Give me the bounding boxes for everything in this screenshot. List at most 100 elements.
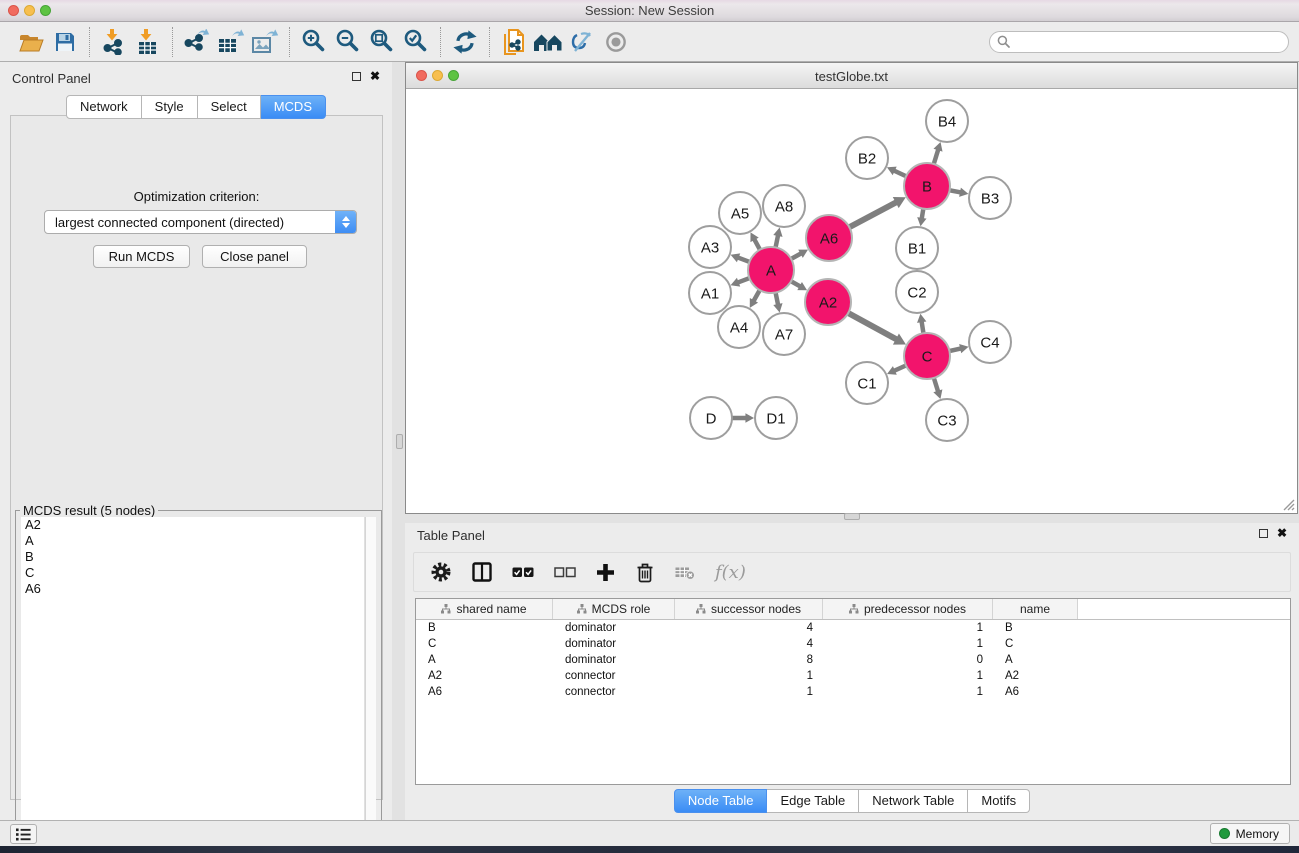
settings-gear-icon[interactable] <box>430 559 452 585</box>
add-icon[interactable] <box>596 559 615 585</box>
control-panel-tabs: NetworkStyleSelectMCDS <box>0 95 392 119</box>
table-panel-window-buttons: ✖ <box>1259 529 1287 538</box>
column-header-mcds-role[interactable]: MCDS role <box>553 599 675 619</box>
table-cell[interactable]: 1 <box>823 620 993 636</box>
table-cell[interactable]: B <box>416 620 553 636</box>
close-panel-icon[interactable]: ✖ <box>1277 529 1287 538</box>
table-cell[interactable]: 4 <box>675 636 823 652</box>
table-cell[interactable]: A6 <box>993 684 1078 700</box>
tab-node-table[interactable]: Node Table <box>674 789 768 813</box>
tab-select[interactable]: Select <box>198 95 261 119</box>
mcds-result-scrollbar[interactable] <box>365 517 376 847</box>
graph-node-label: B2 <box>858 150 876 167</box>
list-item[interactable]: A6 <box>21 581 364 597</box>
network-canvas[interactable]: B4B2BB3A8A5A6A3B1AA1C2A2A4A7C4CC1C3DD1 <box>406 89 1297 513</box>
close-panel-button[interactable]: Close panel <box>202 245 307 268</box>
run-mcds-button[interactable]: Run MCDS <box>93 245 190 268</box>
table-cell[interactable]: A2 <box>993 668 1078 684</box>
table-cell[interactable]: 8 <box>675 652 823 668</box>
table-cell[interactable]: C <box>416 636 553 652</box>
table-cell[interactable]: 1 <box>823 684 993 700</box>
graph-node-label: A5 <box>731 205 749 222</box>
table-cell[interactable]: dominator <box>553 652 675 668</box>
export-table-icon[interactable] <box>214 26 248 58</box>
column-header-successor-nodes[interactable]: successor nodes <box>675 599 823 619</box>
tab-network[interactable]: Network <box>66 95 142 119</box>
columns-icon[interactable] <box>472 559 492 585</box>
table-cell[interactable]: connector <box>553 684 675 700</box>
resize-grip-icon[interactable] <box>1281 497 1295 511</box>
table-cell[interactable]: B <box>993 620 1078 636</box>
table-cell[interactable]: A2 <box>416 668 553 684</box>
hide-labels-icon[interactable] <box>565 26 599 58</box>
tab-network-table[interactable]: Network Table <box>859 789 968 813</box>
tab-mcds[interactable]: MCDS <box>261 95 326 119</box>
table-cell[interactable]: A6 <box>416 684 553 700</box>
graph-edge-arrow-icon <box>773 228 782 237</box>
deselect-all-icon[interactable] <box>554 559 576 585</box>
table-cell[interactable]: 1 <box>823 668 993 684</box>
refresh-icon[interactable] <box>448 26 482 58</box>
table-row[interactable]: Bdominator41B <box>416 620 1290 636</box>
import-table-icon[interactable] <box>131 26 165 58</box>
zoom-out-icon[interactable] <box>331 26 365 58</box>
float-panel-icon[interactable] <box>1259 529 1268 538</box>
table-cell[interactable]: dominator <box>553 636 675 652</box>
open-folder-icon[interactable] <box>14 26 48 58</box>
column-header-shared-name[interactable]: shared name <box>416 599 553 619</box>
task-history-button[interactable] <box>10 824 37 844</box>
network-file-icon[interactable] <box>497 26 531 58</box>
table-row[interactable]: Cdominator41C <box>416 636 1290 652</box>
table-cell[interactable]: dominator <box>553 620 675 636</box>
table-cell[interactable]: 0 <box>823 652 993 668</box>
graph-node-label: C2 <box>907 284 926 301</box>
float-panel-icon[interactable] <box>352 72 361 81</box>
export-network-icon[interactable] <box>180 26 214 58</box>
criterion-dropdown[interactable]: largest connected component (directed) <box>44 210 357 234</box>
zoom-fit-icon[interactable] <box>365 26 399 58</box>
list-item[interactable]: A2 <box>21 517 364 533</box>
column-header-name[interactable]: name <box>993 599 1078 619</box>
horizontal-splitter-handle[interactable] <box>844 513 860 520</box>
tab-motifs[interactable]: Motifs <box>968 789 1030 813</box>
save-icon[interactable] <box>48 26 82 58</box>
select-all-icon[interactable] <box>512 559 534 585</box>
table-row[interactable]: Adominator80A <box>416 652 1290 668</box>
network-view-window: testGlobe.txt B4B2BB3A8A5A6A3B1AA1C2A2A4… <box>405 62 1298 514</box>
table-cell[interactable]: 1 <box>823 636 993 652</box>
table-row[interactable]: A2connector11A2 <box>416 668 1290 684</box>
tab-edge-table[interactable]: Edge Table <box>767 789 859 813</box>
table-row[interactable]: A6connector11A6 <box>416 684 1290 700</box>
table-panel: Table Panel ✖ <box>405 523 1299 820</box>
table-cell[interactable]: 4 <box>675 620 823 636</box>
zoom-in-icon[interactable] <box>297 26 331 58</box>
status-bar: Memory <box>0 820 1299 846</box>
import-network-icon[interactable] <box>97 26 131 58</box>
table-cell[interactable]: 1 <box>675 684 823 700</box>
eye-icon[interactable] <box>599 26 633 58</box>
table-cell[interactable]: A <box>416 652 553 668</box>
list-item[interactable]: C <box>21 565 364 581</box>
clear-table-icon[interactable] <box>675 559 695 585</box>
column-header-predecessor-nodes[interactable]: predecessor nodes <box>823 599 993 619</box>
table-cell[interactable]: 1 <box>675 668 823 684</box>
control-panel: Control Panel ✖ NetworkStyleSelectMCDS O… <box>0 62 392 820</box>
tab-style[interactable]: Style <box>142 95 198 119</box>
zoom-selected-icon[interactable] <box>399 26 433 58</box>
search-input[interactable] <box>989 31 1289 53</box>
network-window-titlebar[interactable]: testGlobe.txt <box>406 63 1297 89</box>
table-cell[interactable]: A <box>993 652 1078 668</box>
delete-icon[interactable] <box>635 559 655 585</box>
close-panel-icon[interactable]: ✖ <box>370 72 380 81</box>
export-image-icon[interactable] <box>248 26 282 58</box>
table-cell[interactable]: C <box>993 636 1078 652</box>
table-cell[interactable]: connector <box>553 668 675 684</box>
memory-button[interactable]: Memory <box>1210 823 1290 844</box>
vertical-splitter-handle[interactable] <box>396 434 403 449</box>
node-table: shared nameMCDS rolesuccessor nodesprede… <box>415 598 1291 785</box>
list-item[interactable]: A <box>21 533 364 549</box>
list-item[interactable]: B <box>21 549 364 565</box>
search-icon <box>997 35 1010 48</box>
home-icon[interactable] <box>531 26 565 58</box>
function-icon[interactable]: f(x) <box>715 559 746 585</box>
